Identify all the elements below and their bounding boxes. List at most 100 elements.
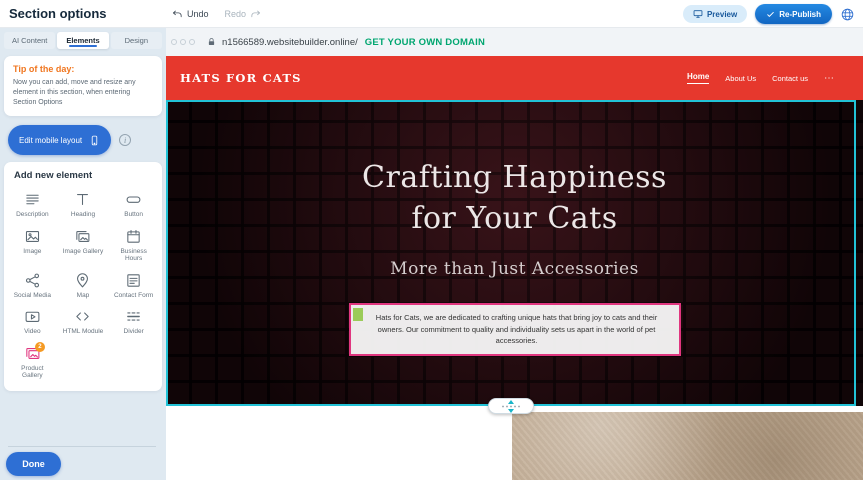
done-button[interactable]: Done [6,452,61,476]
browser-dot [189,39,195,45]
button-icon [125,191,142,208]
get-domain-link[interactable]: GET YOUR OWN DOMAIN [365,37,485,48]
site-nav: Home About Us Contact us ⋯ [687,72,835,84]
hero-paragraph: Hats for Cats, we are dedicated to craft… [367,312,667,347]
site-header: HATS FOR CATS Home About Us Contact us ⋯ [166,56,863,100]
add-element-title: Add new element [14,170,159,181]
image-icon [24,228,41,245]
browser-dot [180,39,186,45]
section-resize-handle[interactable] [488,398,534,414]
element-label: Image [23,248,41,255]
redo-label: Redo [225,9,247,19]
globe-icon[interactable] [840,7,855,22]
tab-design[interactable]: Design [111,32,162,49]
site-logo[interactable]: HATS FOR CATS [180,71,302,85]
add-element-panel: Add new element Description Heading Butt… [4,162,162,390]
topbar-actions: Preview Re-Publish [683,0,855,28]
element-divider[interactable]: Divider [108,304,159,340]
tab-label: Elements [66,36,99,45]
undo-redo-group: Undo Redo [172,0,261,28]
element-label: Description [16,211,49,218]
lock-icon [207,37,216,47]
browser-preview: n1566589.websitebuilder.online/ GET YOUR… [166,28,863,480]
section-options-sidebar: AI Content Elements Design Tip of the da… [0,28,166,480]
element-label: Contact Form [114,292,153,299]
nav-home[interactable]: Home [687,72,709,84]
element-label: Product Gallery [11,365,53,380]
image-gallery-icon [74,228,91,245]
element-label: Image Gallery [63,248,103,255]
element-label: Map [77,292,90,299]
element-heading[interactable]: Heading [58,187,109,223]
video-icon [24,308,41,325]
browser-dot [171,39,177,45]
edit-mobile-layout-label: Edit mobile layout [19,136,82,145]
element-image-gallery[interactable]: Image Gallery [58,224,109,268]
preview-button[interactable]: Preview [683,5,747,23]
map-pin-icon [74,272,91,289]
hero-heading[interactable]: Crafting Happiness for Your Cats [345,158,685,239]
info-icon[interactable] [119,134,131,146]
element-button[interactable]: Button [108,187,159,223]
check-icon [766,10,775,19]
element-description[interactable]: Description [7,187,58,223]
sidebar-tabs: AI Content Elements Design [4,32,162,49]
hero-paragraph-box[interactable]: Hats for Cats, we are dedicated to craft… [349,303,681,356]
app-topbar: Section options Undo Redo Preview Re-Pub… [0,0,863,28]
element-label: Divider [124,328,144,335]
resize-up-arrow-icon [508,400,514,404]
tab-label: Design [125,36,148,45]
element-label: HTML Module [63,328,104,335]
tip-title: Tip of the day: [13,64,153,74]
resize-down-arrow-icon [508,409,514,413]
element-social-media[interactable]: Social Media [7,268,58,304]
contact-form-icon [125,272,142,289]
business-hours-icon [125,228,142,245]
page-title: Section options [9,6,107,21]
redo-button[interactable]: Redo [225,9,262,20]
social-media-icon [24,272,41,289]
nav-contact-us[interactable]: Contact us [772,74,808,83]
hero-section: Crafting Happiness for Your Cats More th… [166,100,863,406]
element-product-gallery[interactable]: 2 Product Gallery [7,341,58,385]
element-video[interactable]: Video [7,304,58,340]
element-grid: Description Heading Button Image Image G… [7,187,159,384]
nav-about-us[interactable]: About Us [725,74,756,83]
divider-icon [125,308,142,325]
monitor-icon [693,9,703,19]
next-section-image [512,412,863,480]
element-label: Heading [71,211,95,218]
element-image[interactable]: Image [7,224,58,268]
element-contact-form[interactable]: Contact Form [108,268,159,304]
hero-subheading[interactable]: More than Just Accessories [166,259,863,279]
tab-label: AI Content [12,36,47,45]
preview-label: Preview [707,10,737,19]
element-label: Business Hours [113,248,155,263]
undo-label: Undo [187,9,209,19]
element-label: Social Media [14,292,51,299]
mobile-layout-row: Edit mobile layout [8,125,166,155]
undo-icon [172,9,183,20]
sidebar-divider [8,446,156,447]
tab-ai-content[interactable]: AI Content [4,32,55,49]
element-label: Video [24,328,41,335]
nav-more[interactable]: ⋯ [824,73,835,84]
mobile-phone-icon [89,133,100,148]
republish-label: Re-Publish [779,10,821,19]
republish-button[interactable]: Re-Publish [755,4,832,24]
element-business-hours[interactable]: Business Hours [108,224,159,268]
edit-mobile-layout-button[interactable]: Edit mobile layout [8,125,111,155]
url-text[interactable]: n1566589.websitebuilder.online/ [222,37,358,48]
element-label: Button [124,211,143,218]
new-count-badge: 2 [35,342,45,352]
html-code-icon [74,308,91,325]
undo-button[interactable]: Undo [172,9,209,20]
element-html-module[interactable]: HTML Module [58,304,109,340]
description-icon [24,191,41,208]
element-drag-handle[interactable] [353,308,363,321]
element-map[interactable]: Map [58,268,109,304]
browser-chrome: n1566589.websitebuilder.online/ GET YOUR… [166,28,863,56]
heading-icon [74,191,91,208]
tip-of-the-day-card: Tip of the day: Now you can add, move an… [4,56,162,116]
tab-elements[interactable]: Elements [57,32,108,49]
